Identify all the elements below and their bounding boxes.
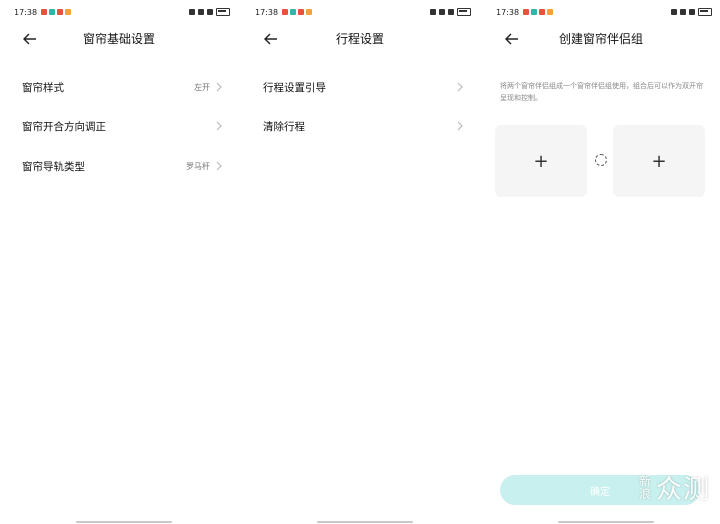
home-indicator[interactable] [558, 521, 654, 523]
status-bar: 17:38 [496, 6, 712, 18]
status-bar: 17:38 [255, 6, 471, 18]
notification-icons [41, 9, 72, 15]
chevron-right-icon [216, 121, 224, 131]
status-bar: 17:38 [14, 6, 230, 18]
system-status-icons [671, 8, 712, 16]
watermark-large: 众测 [655, 475, 710, 505]
battery-icon [457, 8, 471, 16]
add-curtain-right-button[interactable]: + [613, 125, 705, 197]
back-arrow-icon[interactable] [502, 30, 522, 48]
row-travel-guide[interactable]: 行程设置引导 [263, 76, 465, 98]
row-label: 窗帘开合方向调正 [22, 120, 106, 133]
alarm-icon [671, 9, 677, 15]
status-time: 17:38 [14, 7, 38, 17]
plus-icon: + [651, 150, 667, 172]
screen-curtain-basic-settings: 17:38 窗帘基础设置 窗帘样式 左开 窗帘开合方向调正 窗帘导轨类型 罗马杆 [0, 0, 238, 524]
row-value: 左开 [194, 82, 210, 92]
chevron-right-icon [457, 121, 465, 131]
signal-icon [680, 9, 686, 15]
battery-icon [698, 8, 712, 16]
back-arrow-icon[interactable] [261, 30, 281, 48]
row-direction-adjust[interactable]: 窗帘开合方向调正 [22, 115, 224, 137]
wifi-icon [448, 9, 454, 15]
plus-icon: + [533, 150, 549, 172]
alarm-icon [189, 9, 195, 15]
chevron-right-icon [216, 161, 224, 171]
alarm-icon [430, 9, 436, 15]
status-time: 17:38 [255, 7, 279, 17]
signal-icon [439, 9, 445, 15]
row-label: 清除行程 [263, 120, 305, 133]
chevron-right-icon [216, 82, 224, 92]
row-rail-type[interactable]: 窗帘导轨类型 罗马杆 [22, 155, 224, 177]
notification-icons [523, 9, 554, 15]
screen-create-companion-group: 17:38 创建窗帘伴侣组 将两个窗帘伴侣组成一个窗帘伴侣组使用，组合后可以作为… [482, 0, 720, 524]
screen-travel-settings: 17:38 行程设置 行程设置引导 清除行程 [241, 0, 479, 524]
row-value: 罗马杆 [186, 161, 210, 171]
watermark: 新浪 众测 [638, 469, 710, 506]
back-arrow-icon[interactable] [20, 30, 40, 48]
wifi-icon [689, 9, 695, 15]
row-label: 行程设置引导 [263, 81, 326, 94]
row-label: 窗帘样式 [22, 81, 64, 94]
page-title: 窗帘基础设置 [82, 32, 155, 46]
wifi-icon [207, 9, 213, 15]
home-indicator[interactable] [76, 521, 172, 523]
signal-icon [198, 9, 204, 15]
watermark-small: 新浪 [638, 473, 651, 501]
page-title: 创建窗帘伴侣组 [558, 32, 643, 46]
page-title: 行程设置 [335, 32, 384, 46]
row-clear-travel[interactable]: 清除行程 [263, 115, 465, 137]
system-status-icons [430, 8, 471, 16]
group-description: 将两个窗帘伴侣组成一个窗帘伴侣组使用，组合后可以作为双开帘呈现和控制。 [500, 82, 703, 102]
system-status-icons [189, 8, 230, 16]
add-curtain-left-button[interactable]: + [495, 125, 587, 197]
link-circle-icon [595, 154, 607, 166]
home-indicator[interactable] [317, 521, 413, 523]
chevron-right-icon [457, 82, 465, 92]
row-label: 窗帘导轨类型 [22, 160, 85, 173]
row-curtain-style[interactable]: 窗帘样式 左开 [22, 76, 224, 98]
status-time: 17:38 [496, 7, 520, 17]
notification-icons [282, 9, 313, 15]
battery-icon [216, 8, 230, 16]
